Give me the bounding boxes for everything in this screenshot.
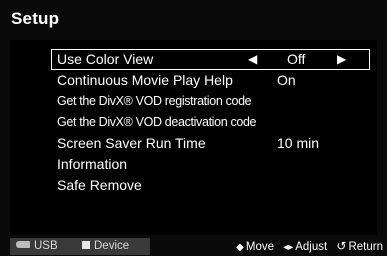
menu-item-use-color-view[interactable]: Use Color View ◀ Off ▶ — [51, 49, 370, 70]
setup-menu-panel: Use Color View ◀ Off ▶ Continuous Movie … — [10, 40, 377, 235]
arrow-left-icon[interactable]: ◀ — [248, 49, 257, 70]
arrow-right-icon[interactable]: ▶ — [337, 49, 346, 70]
footer-bar: USB Device ◆ Move ◂▸ Adjust ↺ Return — [0, 236, 387, 255]
move-icon: ◆ — [236, 242, 244, 253]
menu-item-value: Off — [287, 51, 306, 67]
menu-item-label: Screen Saver Run Time — [57, 135, 206, 151]
menu-item-screen-saver-run-time[interactable]: Screen Saver Run Time 10 min — [51, 133, 370, 154]
adjust-icon: ◂▸ — [283, 242, 294, 253]
menu-item-value: 10 min — [277, 135, 320, 151]
menu-item-label: Get the DivX® VOD registration code — [57, 94, 252, 108]
menu-item-continuous-movie-play-help[interactable]: Continuous Movie Play Help On — [51, 70, 370, 91]
menu-item-safe-remove[interactable]: Safe Remove — [51, 175, 370, 196]
screen-title: Setup — [11, 9, 60, 28]
usb-source[interactable]: USB — [16, 238, 58, 255]
menu-item-divx-deactivation[interactable]: Get the DivX® VOD deactivation code — [51, 112, 370, 133]
menu-item-label: Continuous Movie Play Help — [57, 72, 233, 88]
menu-item-value: On — [277, 72, 296, 88]
device-source[interactable]: Device — [82, 238, 129, 255]
hint-return: ↺ Return — [336, 238, 383, 256]
setup-menu: Use Color View ◀ Off ▶ Continuous Movie … — [51, 49, 370, 196]
return-label: Return — [348, 241, 383, 253]
device-icon — [82, 240, 90, 249]
menu-item-label: Get the DivX® VOD deactivation code — [57, 115, 257, 129]
menu-item-information[interactable]: Information — [51, 154, 370, 175]
menu-item-label: Safe Remove — [57, 177, 142, 193]
move-label: Move — [245, 241, 274, 253]
menu-item-divx-registration[interactable]: Get the DivX® VOD registration code — [51, 91, 370, 112]
source-tab: USB Device — [10, 238, 150, 255]
hint-move: ◆ Move — [236, 239, 274, 256]
return-icon: ↺ — [336, 239, 347, 253]
menu-item-label: Information — [57, 156, 128, 172]
device-label: Device — [94, 240, 130, 252]
usb-icon — [16, 241, 30, 249]
adjust-label: Adjust — [295, 241, 328, 253]
control-hints: ◆ Move ◂▸ Adjust ↺ Return — [230, 238, 383, 255]
hint-adjust: ◂▸ Adjust — [283, 239, 327, 256]
usb-label: USB — [34, 240, 58, 252]
menu-item-label: Use Color View — [57, 51, 154, 67]
